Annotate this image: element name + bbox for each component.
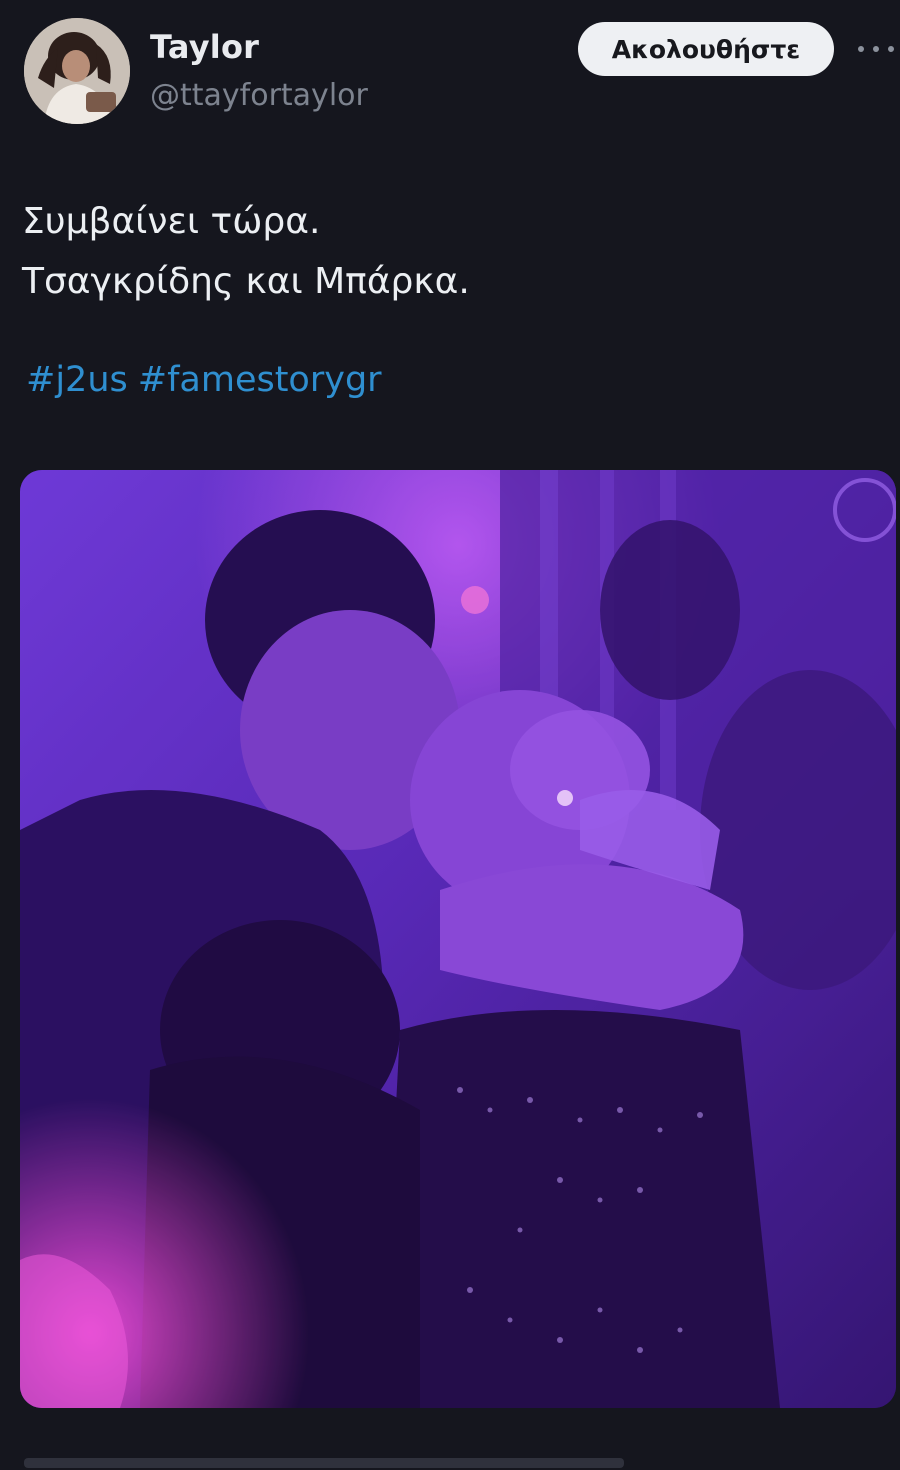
- author-handle[interactable]: @ttayfortaylor: [150, 78, 368, 113]
- more-horizontal-icon[interactable]: [858, 34, 894, 64]
- tweet-media-video[interactable]: [20, 470, 896, 1408]
- hashtags: #j2us #famestorygr: [26, 360, 392, 400]
- tweet-text: Συμβαίνει τώρα. Τσαγκρίδης και Μπάρκα.: [22, 192, 862, 312]
- author-name[interactable]: Taylor: [150, 28, 259, 66]
- more-dot: [858, 46, 864, 52]
- more-dot: [873, 46, 879, 52]
- hashtag-link[interactable]: #j2us: [26, 360, 128, 400]
- follow-button[interactable]: Ακολουθήστε: [578, 22, 834, 76]
- more-dot: [888, 46, 894, 52]
- video-still-image: [20, 470, 896, 1408]
- tweet-text-line: Τσαγκρίδης και Μπάρκα.: [22, 261, 470, 302]
- tweet-text-line: Συμβαίνει τώρα.: [22, 201, 321, 242]
- blurred-text-fragment: [24, 1458, 624, 1468]
- author-avatar[interactable]: [24, 18, 130, 124]
- tweet-header: Taylor @ttayfortaylor Ακολουθήστε: [0, 0, 900, 140]
- avatar-image: [24, 18, 130, 124]
- next-content-edge: [0, 1452, 900, 1470]
- hashtag-link[interactable]: #famestorygr: [138, 360, 382, 400]
